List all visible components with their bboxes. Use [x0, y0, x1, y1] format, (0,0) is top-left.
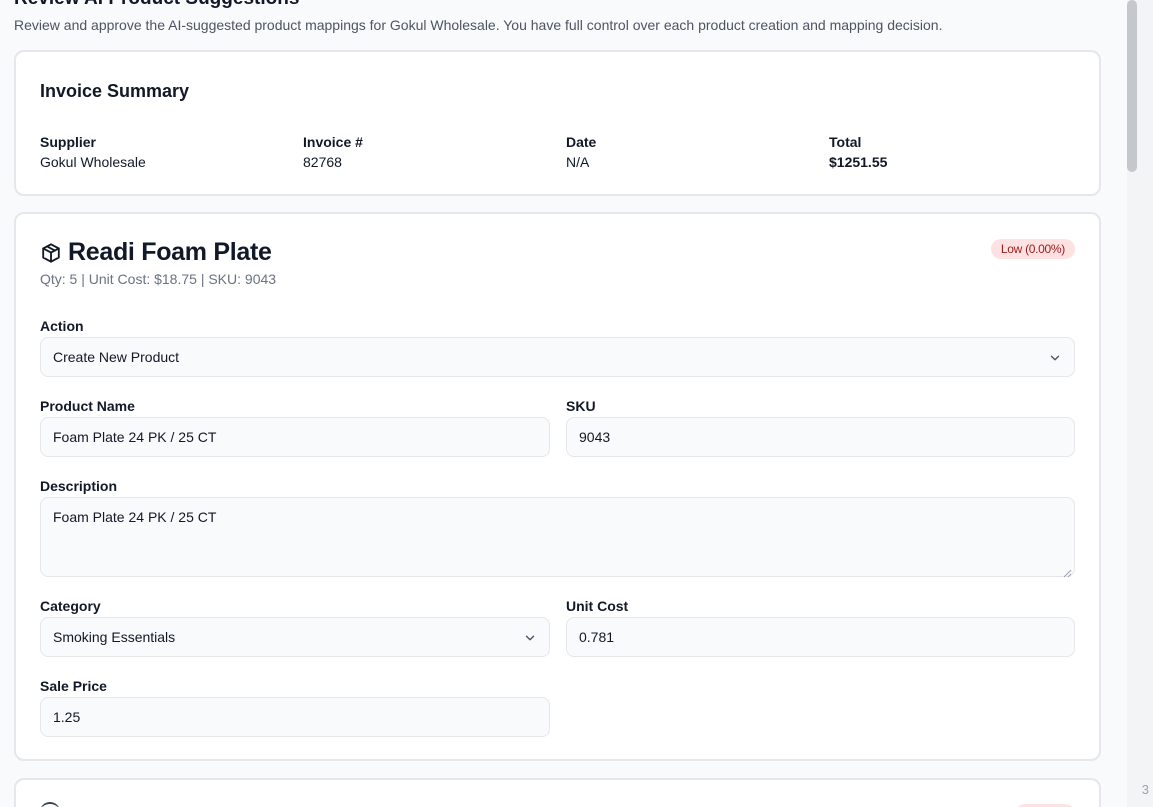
supplier-field: Supplier Gokul Wholesale: [40, 132, 280, 173]
total-label: Total: [829, 134, 862, 150]
supplier-label: Supplier: [40, 134, 97, 150]
category-select-value: Smoking Essentials: [53, 629, 176, 645]
sku-input-value: 9043: [579, 429, 611, 445]
invoice-number-label: Invoice #: [303, 134, 363, 150]
date-field: Date N/A: [566, 132, 806, 173]
page-viewport: Review AI Product Suggestions Review and…: [0, 0, 1153, 807]
sale-price-input-value: 1.25: [53, 709, 81, 725]
chevron-down-icon: [523, 631, 537, 645]
category-label: Category: [40, 598, 101, 614]
action-select[interactable]: Create New Product: [40, 337, 1075, 377]
product-name-input[interactable]: Foam Plate 24 PK / 25 CT: [40, 417, 550, 457]
unit-cost-input[interactable]: 0.781: [566, 617, 1075, 657]
total-value: $1251.55: [829, 154, 888, 170]
sku-label: SKU: [566, 398, 596, 414]
total-field: Total $1251.55: [829, 132, 1069, 173]
corner-text: 3: [1141, 782, 1149, 797]
action-label: Action: [40, 318, 84, 334]
date-value: N/A: [566, 154, 590, 170]
box-icon: [40, 802, 60, 807]
description-textarea-value: Foam Plate 24 PK / 25 CT: [53, 509, 217, 525]
product-suggestion-card: Readi Foam Plate Qty: 5 | Unit Cost: $18…: [14, 212, 1101, 761]
invoice-number-value: 82768: [303, 154, 342, 170]
box-icon: [40, 242, 62, 264]
page-subtitle: Review and approve the AI-suggested prod…: [14, 17, 943, 33]
category-select[interactable]: Smoking Essentials: [40, 617, 550, 657]
chevron-down-icon: [1048, 351, 1062, 365]
product-header: Readi Foam Plate: [40, 238, 272, 267]
page-title: Review AI Product Suggestions: [14, 0, 299, 10]
sku-input[interactable]: 9043: [566, 417, 1075, 457]
confidence-badge: Low (0.00%): [990, 239, 1075, 259]
supplier-value: Gokul Wholesale: [40, 154, 146, 170]
action-select-value: Create New Product: [53, 349, 180, 365]
unit-cost-input-value: 0.781: [579, 629, 615, 645]
product-name-input-value: Foam Plate 24 PK / 25 CT: [53, 429, 217, 445]
product-name-label: Product Name: [40, 398, 135, 414]
invoice-summary-card: Invoice Summary Supplier Gokul Wholesale…: [14, 50, 1101, 196]
unit-cost-label: Unit Cost: [566, 598, 629, 614]
invoice-number-field: Invoice # 82768: [303, 132, 543, 173]
description-textarea[interactable]: Foam Plate 24 PK / 25 CT: [40, 497, 1075, 578]
product-title: Readi Foam Plate: [68, 238, 272, 266]
sale-price-input[interactable]: 1.25: [40, 697, 550, 737]
scrollbar-thumb[interactable]: [1127, 0, 1137, 172]
invoice-summary-title: Invoice Summary: [40, 81, 190, 101]
description-label: Description: [40, 478, 118, 494]
next-product-card: [14, 778, 1101, 807]
sale-price-label: Sale Price: [40, 678, 107, 694]
product-meta: Qty: 5 | Unit Cost: $18.75 | SKU: 9043: [40, 271, 277, 287]
resize-handle-icon[interactable]: [1063, 565, 1072, 578]
date-label: Date: [566, 134, 597, 150]
